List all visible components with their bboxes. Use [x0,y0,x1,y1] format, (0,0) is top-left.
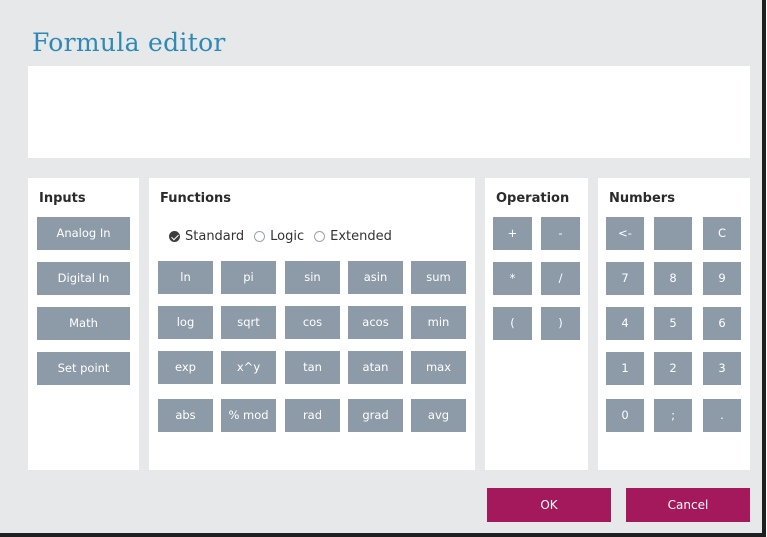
op-open-paren-button[interactable]: ( [493,307,532,340]
dialog-title: Formula editor [32,28,226,57]
fn-rad-button[interactable]: rad [285,399,340,432]
num-0-button[interactable]: 0 [606,399,644,432]
fn-avg-button[interactable]: avg [411,399,466,432]
num-6-button[interactable]: 6 [703,307,741,340]
fn-atan-button[interactable]: atan [348,351,403,384]
fn-min-button[interactable]: min [411,306,466,339]
radio-checked-icon [169,231,180,242]
num-4-button[interactable]: 4 [606,307,644,340]
op-plus-button[interactable]: + [493,217,532,250]
radio-unchecked-icon [314,231,326,242]
fn-pi-button[interactable]: pi [221,261,276,294]
num-blank-button[interactable] [654,217,692,250]
mode-standard-option[interactable]: Standard [169,229,244,244]
num-clear-button[interactable]: C [703,217,741,250]
op-minus-button[interactable]: - [541,217,580,250]
fn-tan-button[interactable]: tan [285,351,340,384]
num-backspace-button[interactable]: <- [606,217,644,250]
operation-panel-title: Operation [496,191,570,206]
inputs-panel: Inputs Analog In Digital In Math Set poi… [28,178,139,470]
fn-cos-button[interactable]: cos [285,306,340,339]
analog-in-button[interactable]: Analog In [37,217,130,250]
num-8-button[interactable]: 8 [654,262,692,295]
mode-standard-label: Standard [185,229,245,244]
fn-abs-button[interactable]: abs [158,399,213,432]
num-7-button[interactable]: 7 [606,262,644,295]
fn-ln-button[interactable]: ln [158,261,213,294]
radio-unchecked-icon [254,231,266,242]
num-2-button[interactable]: 2 [654,352,692,385]
fn-log-button[interactable]: log [158,306,213,339]
fn-grad-button[interactable]: grad [348,399,403,432]
fn-mod-button[interactable]: % mod [221,399,276,432]
set-point-button[interactable]: Set point [37,352,130,385]
functions-panel-title: Functions [160,191,232,206]
fn-max-button[interactable]: max [411,351,466,384]
mode-logic-option[interactable]: Logic [254,229,304,244]
num-semicolon-button[interactable]: ; [654,399,692,432]
fn-sum-button[interactable]: sum [411,261,466,294]
function-mode-group: Standard Logic Extended [169,229,402,244]
ok-button[interactable]: OK [487,488,611,522]
math-button[interactable]: Math [37,307,130,340]
op-multiply-button[interactable]: * [493,262,532,295]
digital-in-button[interactable]: Digital In [37,262,130,295]
op-close-paren-button[interactable]: ) [541,307,580,340]
numbers-panel-title: Numbers [609,191,675,206]
fn-acos-button[interactable]: acos [348,306,403,339]
fn-sqrt-button[interactable]: sqrt [221,306,276,339]
formula-editor-dialog: Formula editor Inputs Analog In Digital … [0,0,766,537]
inputs-panel-title: Inputs [39,191,86,206]
fn-sin-button[interactable]: sin [285,261,340,294]
cancel-button[interactable]: Cancel [626,488,750,522]
functions-panel: Functions Standard Logic Extended ln pi … [149,178,475,470]
num-3-button[interactable]: 3 [703,352,741,385]
num-decimal-button[interactable]: . [703,399,741,432]
formula-input[interactable] [28,66,750,158]
fn-power-button[interactable]: x^y [221,351,276,384]
fn-exp-button[interactable]: exp [158,351,213,384]
mode-extended-option[interactable]: Extended [314,229,392,244]
num-9-button[interactable]: 9 [703,262,741,295]
numbers-panel: Numbers <- C 7 8 9 4 5 6 1 2 3 0 ; . [598,178,750,470]
op-divide-button[interactable]: / [541,262,580,295]
num-5-button[interactable]: 5 [654,307,692,340]
num-1-button[interactable]: 1 [606,352,644,385]
operation-panel: Operation + - * / ( ) [485,178,588,470]
mode-extended-label: Extended [330,229,392,244]
fn-asin-button[interactable]: asin [348,261,403,294]
mode-logic-label: Logic [270,229,305,244]
